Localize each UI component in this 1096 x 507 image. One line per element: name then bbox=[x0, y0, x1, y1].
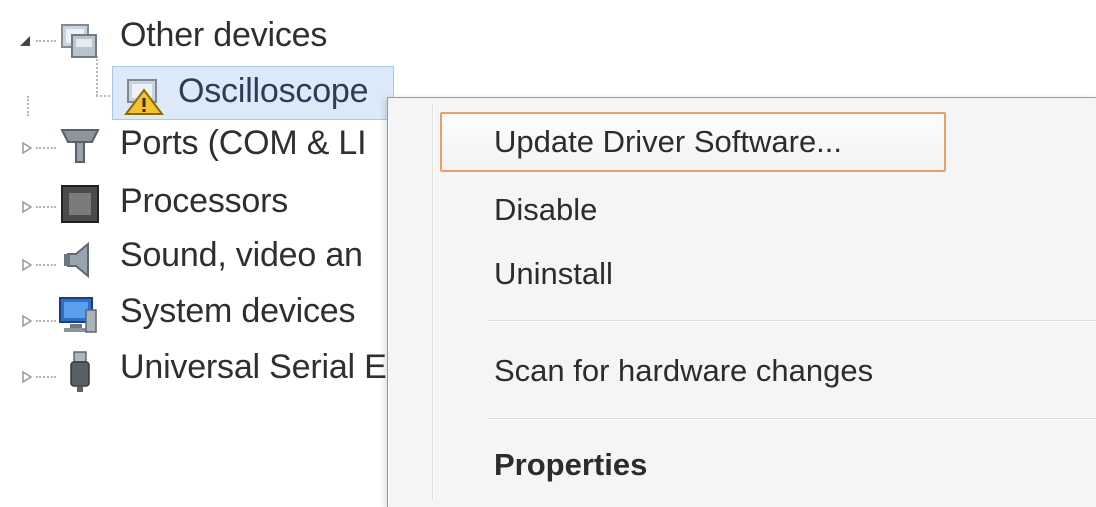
menu-icon-gutter bbox=[432, 104, 434, 501]
menu-item-update-driver[interactable]: Update Driver Software... bbox=[440, 112, 946, 172]
menu-item-disable[interactable]: Disable bbox=[436, 180, 996, 240]
expand-triangle-icon[interactable] bbox=[20, 200, 34, 214]
expand-triangle-icon[interactable] bbox=[20, 370, 34, 384]
speaker-icon bbox=[58, 238, 102, 282]
tree-item-processors[interactable]: Processors bbox=[120, 182, 288, 221]
tree-guide-line bbox=[27, 96, 29, 116]
context-menu: Update Driver Software... Disable Uninst… bbox=[387, 97, 1096, 507]
unknown-device-icon bbox=[58, 17, 102, 61]
warning-device-icon bbox=[122, 72, 166, 116]
computer-monitor-icon bbox=[56, 292, 100, 336]
tree-guide-line bbox=[36, 264, 56, 266]
tree-item-sound[interactable]: Sound, video an bbox=[120, 236, 363, 275]
expand-triangle-icon[interactable] bbox=[20, 141, 34, 155]
menu-separator bbox=[488, 320, 1096, 322]
tree-guide-line bbox=[96, 56, 98, 96]
processor-chip-icon bbox=[58, 182, 102, 226]
tree-item-ports[interactable]: Ports (COM & LI bbox=[120, 124, 367, 163]
expand-triangle-icon[interactable] bbox=[20, 314, 34, 328]
tree-guide-line bbox=[36, 376, 56, 378]
tree-guide-line bbox=[36, 320, 56, 322]
tree-guide-line bbox=[36, 40, 56, 42]
port-connector-icon bbox=[58, 124, 102, 168]
expand-triangle-icon[interactable] bbox=[20, 258, 34, 272]
menu-item-uninstall[interactable]: Uninstall bbox=[436, 244, 996, 304]
usb-plug-icon bbox=[58, 350, 102, 394]
collapse-triangle-icon[interactable] bbox=[18, 34, 32, 48]
tree-item-system-devices[interactable]: System devices bbox=[120, 292, 355, 331]
menu-item-properties[interactable]: Properties bbox=[436, 435, 996, 495]
tree-item-oscilloscope[interactable]: Oscilloscope bbox=[178, 72, 369, 111]
tree-item-other-devices[interactable]: Other devices bbox=[120, 16, 327, 55]
menu-item-scan-hardware[interactable]: Scan for hardware changes bbox=[436, 341, 996, 401]
menu-separator bbox=[488, 418, 1096, 420]
tree-guide-line bbox=[36, 147, 56, 149]
tree-item-usb[interactable]: Universal Serial E bbox=[120, 348, 387, 387]
tree-guide-line bbox=[36, 206, 56, 208]
